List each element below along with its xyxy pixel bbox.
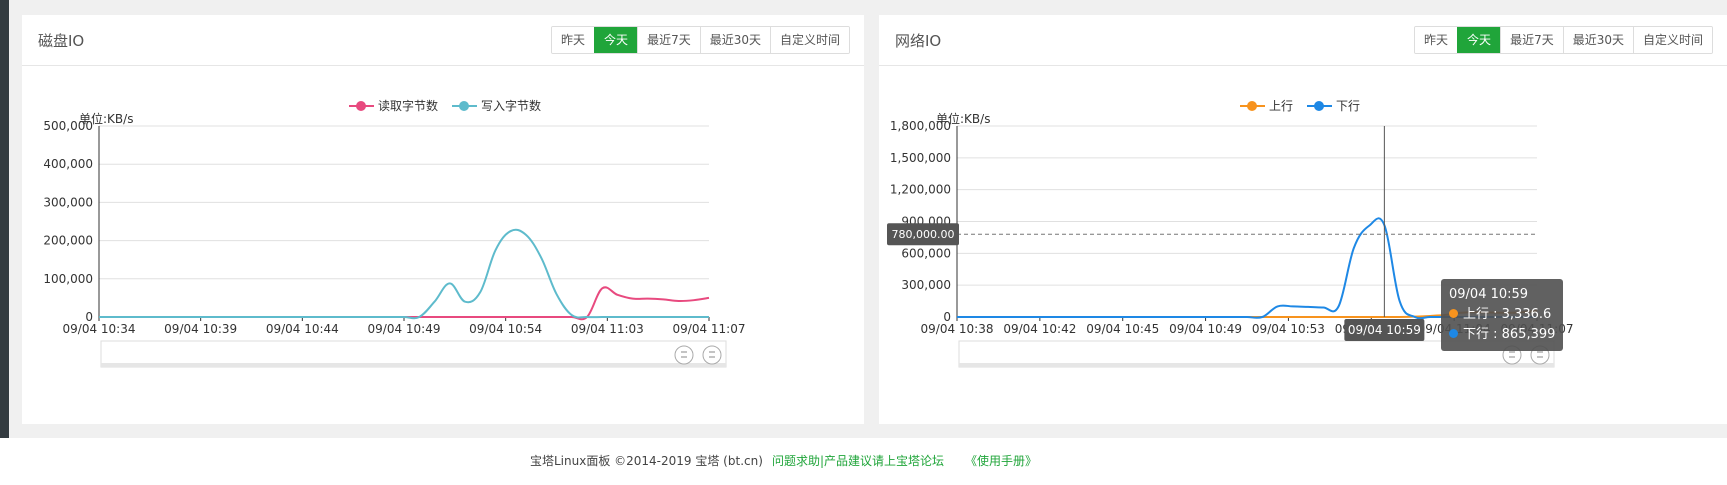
series-line [99, 228, 709, 320]
zoom-slider-bar [959, 363, 1554, 367]
y-tick-label: 1,200,000 [890, 183, 951, 197]
tooltip-row-label: 上行 : 3,336.6 [1463, 307, 1552, 322]
disk-io-chart: 500,000400,000300,000200,000100,000009/0… [43, 119, 746, 368]
forum-link[interactable]: 问题求助|产品建议请上宝塔论坛 [772, 452, 944, 469]
x-tick-label: 09/04 10:49 [368, 322, 441, 336]
tooltip-row-upload: 上行 : 3,336.6 [1449, 305, 1555, 325]
manual-link[interactable]: 《使用手册》 [965, 452, 1037, 469]
network-io-panel: 网络IO 昨天 今天 最近7天 最近30天 自定义时间 上行 下行 单位:KB/… [879, 15, 1727, 424]
zoom-slider-handle-icon[interactable] [674, 345, 694, 365]
tooltip-row-label: 下行 : 865,399 [1463, 327, 1556, 342]
x-tick-label: 09/04 10:38 [921, 322, 994, 336]
y-tick-label: 400,000 [43, 157, 93, 171]
crosshair-value-label: 780,000.00 [892, 228, 955, 241]
x-tick-label: 09/04 10:34 [63, 322, 136, 336]
y-tick-label: 1,800,000 [890, 119, 951, 133]
sidebar-strip [0, 0, 9, 485]
x-tick-label: 09/04 11:07 [673, 322, 746, 336]
series-line [99, 286, 710, 321]
chart-tooltip: 09/04 10:59 上行 : 3,336.6 下行 : 865,399 [1441, 279, 1564, 351]
tooltip-row-download: 下行 : 865,399 [1449, 325, 1555, 345]
x-tick-label: 09/04 10:39 [164, 322, 237, 336]
y-tick-label: 1,500,000 [890, 151, 951, 165]
y-tick-label: 300,000 [901, 278, 951, 292]
footer: 宝塔Linux面板 ©2014-2019 宝塔 (bt.cn) 问题求助|产品建… [0, 438, 1727, 485]
download-dot-icon [1449, 329, 1458, 338]
x-tick-label: 09/04 10:49 [1169, 322, 1242, 336]
x-tick-label: 09/04 10:54 [469, 322, 542, 336]
network-io-chart: 1,800,0001,500,0001,200,000900,000600,00… [887, 119, 1573, 368]
y-tick-label: 500,000 [43, 119, 93, 133]
x-tick-label: 09/04 10:42 [1003, 322, 1076, 336]
disk-io-panel: 磁盘IO 昨天 今天 最近7天 最近30天 自定义时间 读取字节数 写入字节数 … [22, 15, 864, 424]
zoom-slider-bar [101, 363, 726, 367]
x-tick-label: 09/04 10:45 [1086, 322, 1159, 336]
y-tick-label: 300,000 [43, 195, 93, 209]
footer-copyright: 宝塔Linux面板 ©2014-2019 宝塔 (bt.cn) [530, 454, 763, 468]
x-tick-label: 09/04 10:44 [266, 322, 339, 336]
y-tick-label: 100,000 [43, 272, 93, 286]
zoom-slider-handle-icon[interactable] [702, 345, 722, 365]
x-tick-label: 09/04 10:53 [1252, 322, 1325, 336]
y-tick-label: 600,000 [901, 246, 951, 260]
upload-dot-icon [1449, 309, 1458, 318]
axis-pointer-label: 09/04 10:59 [1348, 323, 1421, 337]
tooltip-time: 09/04 10:59 [1449, 287, 1529, 302]
x-tick-label: 09/04 11:03 [571, 322, 644, 336]
y-tick-label: 200,000 [43, 234, 93, 248]
